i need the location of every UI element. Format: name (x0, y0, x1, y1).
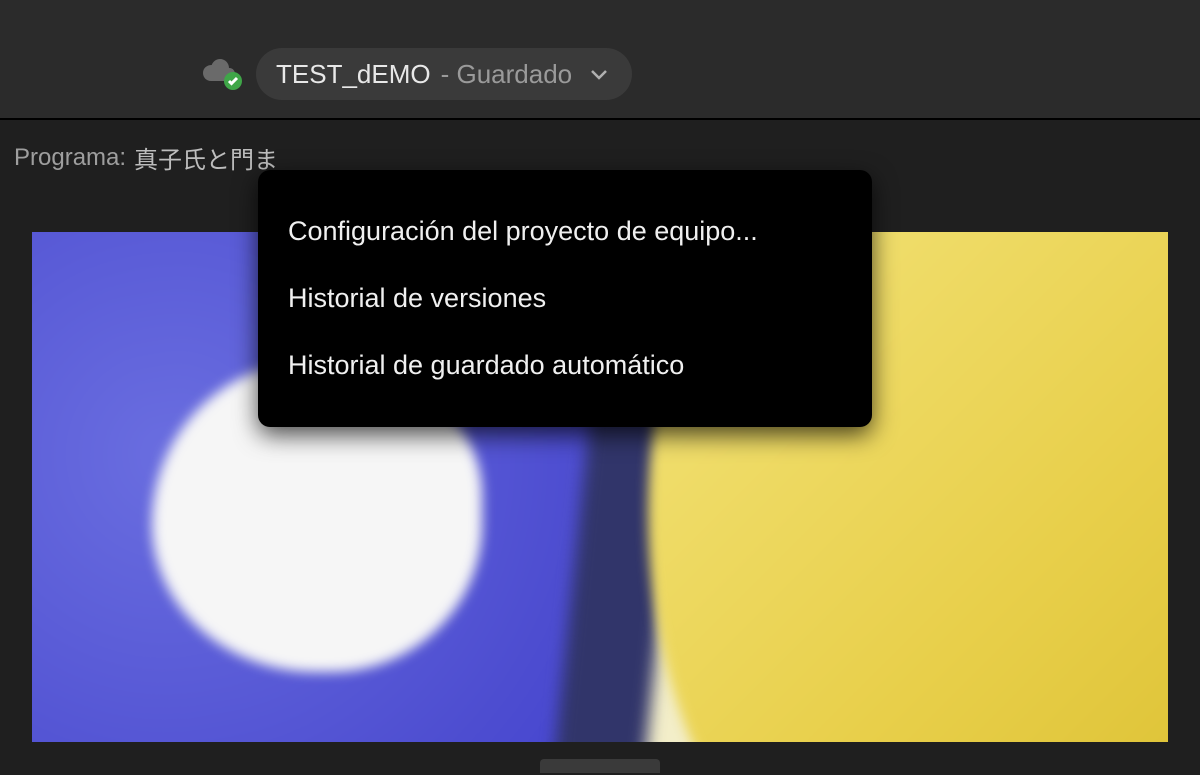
project-name: TEST_dEMO (276, 59, 431, 90)
program-label-row: Programa: 真子氏と門ま (14, 140, 278, 175)
sequence-name: 真子氏と門ま (134, 140, 278, 175)
app-topbar: TEST_dEMO - Guardado (0, 0, 1200, 120)
menu-item-team-project-settings[interactable]: Configuración del proyecto de equipo... (258, 198, 872, 265)
check-badge-icon (224, 72, 242, 90)
menu-item-version-history[interactable]: Historial de versiones (258, 265, 872, 332)
menu-item-autosave-history[interactable]: Historial de guardado automático (258, 332, 872, 399)
project-status: - Guardado (441, 59, 573, 90)
program-panel: Programa: 真子氏と門ま Configuración del proye… (0, 120, 1200, 775)
project-title-dropdown[interactable]: TEST_dEMO - Guardado (256, 48, 632, 100)
panel-drag-handle[interactable] (540, 759, 660, 773)
cloud-icon (196, 56, 238, 86)
panel-bottom-bar (0, 753, 1200, 775)
cloud-sync-status (196, 56, 238, 86)
chevron-down-icon (588, 63, 610, 85)
project-dropdown-menu: Configuración del proyecto de equipo... … (258, 170, 872, 427)
program-label: Programa: (14, 144, 126, 172)
